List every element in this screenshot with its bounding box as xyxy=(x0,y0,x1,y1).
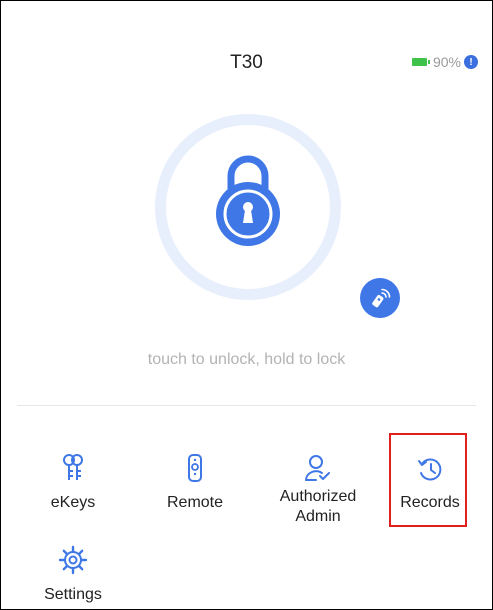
lock-unlock-button[interactable] xyxy=(151,110,345,304)
menu-label: eKeys xyxy=(50,494,96,511)
info-icon[interactable]: ! xyxy=(464,55,478,69)
records-highlight-box xyxy=(389,433,467,527)
battery-status: 90% ! xyxy=(411,54,478,70)
menu-label: Settings xyxy=(44,586,102,603)
divider xyxy=(17,405,476,406)
menu-item-settings[interactable]: Settings xyxy=(23,541,123,605)
ekey-icon xyxy=(23,449,123,483)
lock-hint-text: touch to unlock, hold to lock xyxy=(147,351,346,368)
remote-unlock-icon[interactable] xyxy=(360,278,400,318)
menu-label: Authorized Admin xyxy=(279,488,357,525)
settings-gear-icon xyxy=(23,541,123,575)
menu-item-remote[interactable]: Remote xyxy=(145,449,245,513)
remote-icon xyxy=(145,449,245,483)
menu-item-authorized-admin[interactable]: Authorized Admin xyxy=(268,449,368,527)
menu-item-ekeys[interactable]: eKeys xyxy=(23,449,123,513)
battery-percent: 90% xyxy=(432,54,461,70)
admin-user-icon xyxy=(268,449,368,483)
menu-label: Remote xyxy=(166,494,224,511)
app-screen: T30 90% ! touch to unlock, hold to lock … xyxy=(0,0,493,610)
lock-circle xyxy=(155,114,341,300)
battery-icon xyxy=(411,58,430,66)
